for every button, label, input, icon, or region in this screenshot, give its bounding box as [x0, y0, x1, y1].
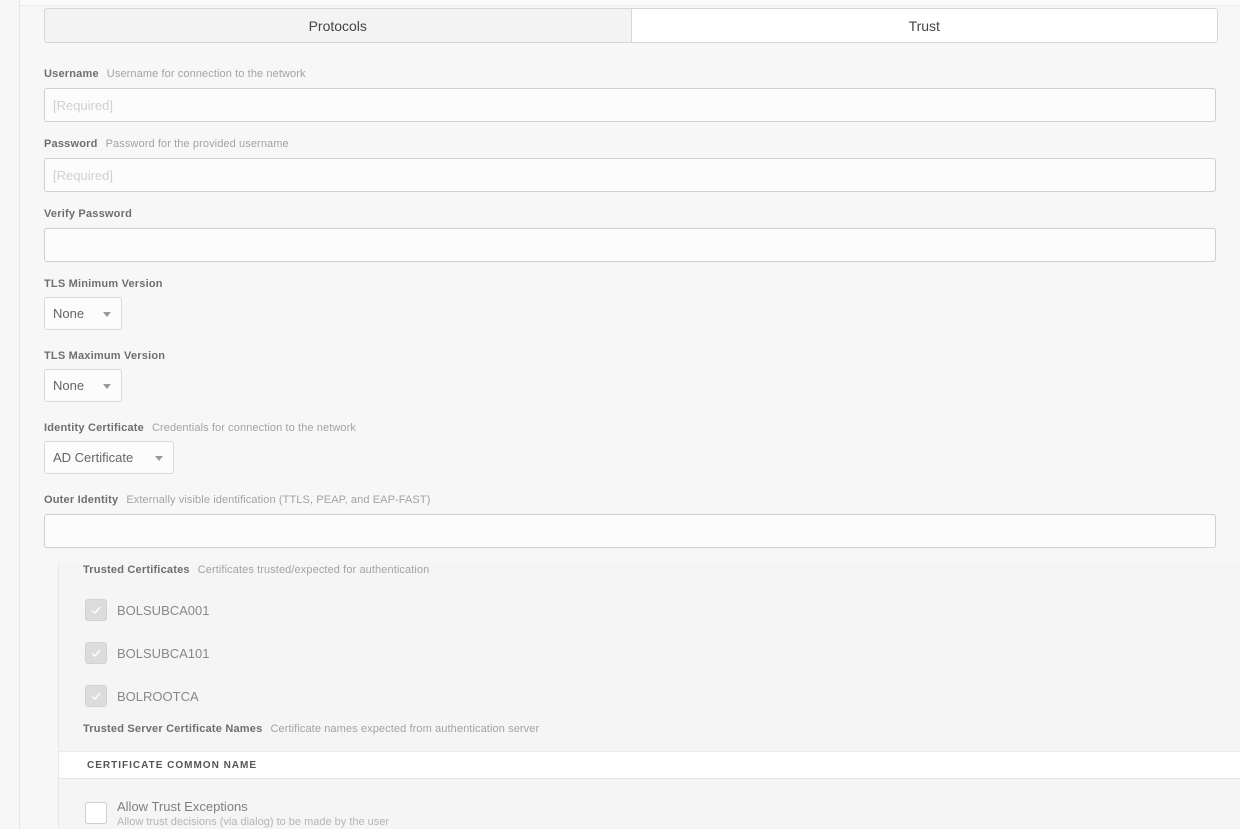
- username-label-row: Username Username for connection to the n…: [44, 68, 306, 80]
- password-description: Password for the provided username: [105, 138, 289, 150]
- chevron-down-icon: [103, 384, 111, 389]
- tls-min-label-row: TLS Minimum Version: [44, 278, 163, 290]
- certificate-checkbox[interactable]: [85, 599, 107, 621]
- chevron-down-icon: [103, 312, 111, 317]
- identity-certificate-value: AD Certificate: [53, 450, 134, 465]
- certificate-name: BOLSUBCA001: [117, 602, 210, 618]
- identity-certificate-select[interactable]: AD Certificate: [44, 441, 174, 474]
- tls-max-label: TLS Maximum Version: [44, 350, 166, 362]
- username-input[interactable]: [44, 88, 1216, 122]
- certificate-item: BOLROOTCA: [85, 685, 199, 707]
- certificate-name: BOLSUBCA101: [117, 645, 210, 661]
- outer-identity-input[interactable]: [44, 514, 1216, 548]
- password-label-row: Password Password for the provided userna…: [44, 138, 289, 150]
- tab-protocols[interactable]: Protocols: [45, 9, 632, 42]
- allow-trust-exceptions-row: Allow Trust Exceptions Allow trust decis…: [85, 799, 389, 828]
- allow-trust-exceptions-label: Allow Trust Exceptions: [117, 799, 248, 814]
- outer-identity-label: Outer Identity: [44, 494, 119, 506]
- outer-identity-description: Externally visible identification (TTLS,…: [126, 494, 431, 506]
- outer-identity-label-row: Outer Identity Externally visible identif…: [44, 494, 430, 506]
- checkmark-icon: [91, 692, 101, 700]
- username-description: Username for connection to the network: [106, 68, 306, 80]
- verify-password-input[interactable]: [44, 228, 1216, 262]
- checkmark-icon: [91, 606, 101, 614]
- tls-min-value: None: [53, 306, 85, 321]
- trusted-certificates-label: Trusted Certificates: [83, 564, 190, 576]
- certificate-item: BOLSUBCA001: [85, 599, 210, 621]
- tls-min-select[interactable]: None: [44, 297, 122, 330]
- identity-certificate-label-row: Identity Certificate Credentials for conn…: [44, 422, 356, 434]
- allow-trust-exceptions-text: Allow Trust Exceptions Allow trust decis…: [117, 799, 389, 828]
- tls-min-label: TLS Minimum Version: [44, 278, 163, 290]
- tab-trust[interactable]: Trust: [631, 9, 1217, 42]
- verify-password-label-row: Verify Password: [44, 208, 132, 220]
- tls-max-label-row: TLS Maximum Version: [44, 350, 165, 362]
- trusted-server-names-label-row: Trusted Server Certificate Names Certific…: [83, 723, 539, 735]
- chevron-down-icon: [155, 456, 163, 461]
- allow-trust-exceptions-checkbox[interactable]: [85, 802, 107, 824]
- tls-max-select[interactable]: None: [44, 369, 122, 402]
- trusted-server-names-description: Certificate names expected from authenti…: [270, 723, 540, 735]
- username-label: Username: [44, 68, 99, 80]
- trusted-certificates-label-row: Trusted Certificates Certificates trusted…: [83, 564, 429, 576]
- certificate-name: BOLROOTCA: [117, 688, 199, 704]
- verify-password-label: Verify Password: [44, 208, 132, 220]
- certificate-checkbox[interactable]: [85, 642, 107, 664]
- left-rail: [0, 0, 20, 829]
- trust-panel: [58, 562, 1240, 829]
- tls-max-value: None: [53, 378, 85, 393]
- tab-bar: Protocols Trust: [44, 8, 1218, 43]
- identity-certificate-label: Identity Certificate: [44, 422, 144, 434]
- identity-certificate-description: Credentials for connection to the networ…: [151, 422, 357, 434]
- column-header-common-name: CERTIFICATE COMMON NAME: [87, 759, 258, 771]
- trusted-certificates-description: Certificates trusted/expected for authen…: [197, 564, 430, 576]
- certificate-checkbox[interactable]: [85, 685, 107, 707]
- certificate-names-table-header: CERTIFICATE COMMON NAME: [59, 751, 1240, 779]
- trusted-server-names-label: Trusted Server Certificate Names: [83, 723, 263, 735]
- certificate-item: BOLSUBCA101: [85, 642, 210, 664]
- top-strip: [0, 0, 1240, 6]
- password-label: Password: [44, 138, 98, 150]
- password-input[interactable]: [44, 158, 1216, 192]
- allow-trust-exceptions-description: Allow trust decisions (via dialog) to be…: [117, 816, 390, 828]
- checkmark-icon: [91, 649, 101, 657]
